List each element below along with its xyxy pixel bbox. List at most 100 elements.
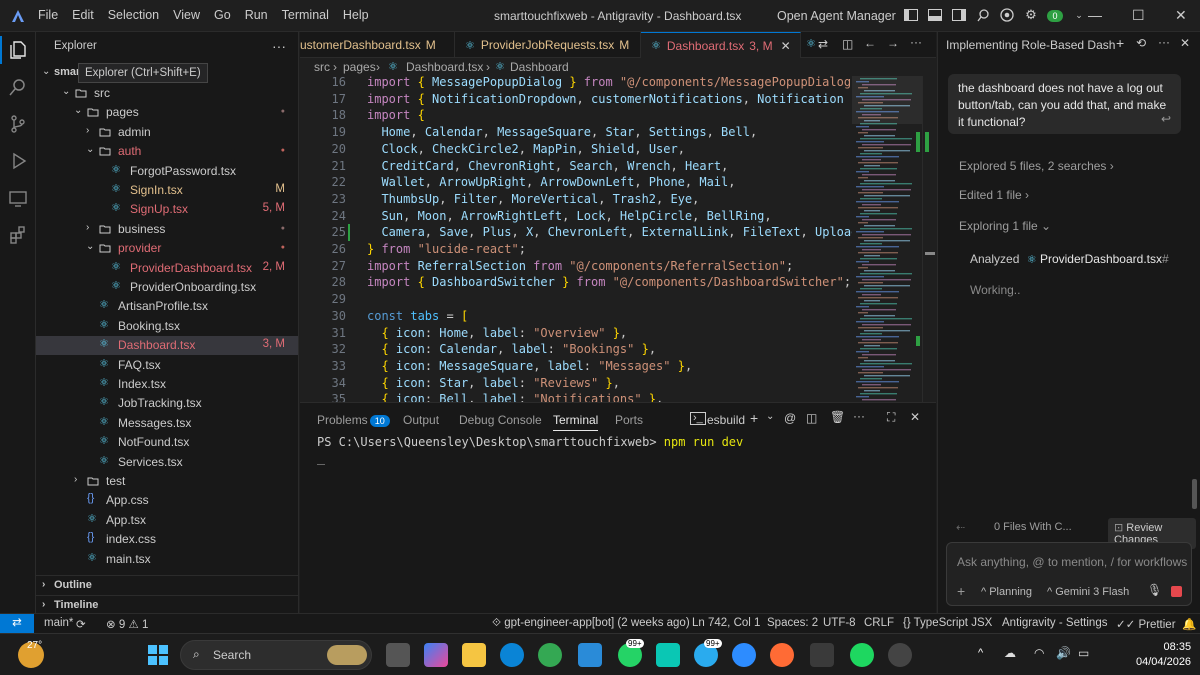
terminal-name[interactable]: esbuild — [707, 413, 745, 427]
tree-file-providerdashboard-tsx[interactable]: ⚛ ProviderDashboard.tsx 2, M — [36, 259, 298, 278]
files-changed[interactable]: 0 Files With C... — [994, 521, 1072, 533]
tree-folder-business[interactable]: › business ● — [36, 220, 298, 239]
tree-file-signup-tsx[interactable]: ⚛ SignUp.tsx 5, M — [36, 200, 298, 219]
stop-button[interactable] — [1171, 586, 1182, 597]
split-editor-icon[interactable]: ◫ — [842, 37, 853, 51]
settings-gear-icon[interactable]: ⚙ — [1022, 6, 1040, 24]
breadcrumb-symbol[interactable]: Dashboard — [510, 60, 569, 74]
volume-icon[interactable]: 🔊 — [1056, 646, 1071, 660]
tab-debug-console[interactable]: Debug Console — [459, 413, 542, 427]
tree-file-app-tsx[interactable]: ⚛ App.tsx — [36, 511, 298, 530]
brave-app-icon[interactable] — [770, 643, 794, 667]
notification-count-badge[interactable]: 0 — [1046, 6, 1064, 24]
taskbar-clock[interactable]: 08:35 04/04/2026 — [1136, 640, 1191, 670]
more-actions-icon[interactable]: ··· — [1158, 35, 1170, 49]
spotify-icon[interactable] — [850, 643, 874, 667]
tree-folder-pages[interactable]: ⌄ pages ● — [36, 103, 298, 122]
tree-file-main-tsx[interactable]: ⚛ main.tsx — [36, 550, 298, 569]
explored-step[interactable]: Explored 5 files, 2 searches › — [959, 159, 1114, 173]
tray-chevron-icon[interactable]: ^ — [978, 647, 983, 659]
layout-panel-icon[interactable] — [926, 6, 944, 24]
menu-terminal[interactable]: Terminal — [282, 8, 329, 22]
menu-selection[interactable]: Selection — [108, 8, 159, 22]
outline-section[interactable]: › Outline — [36, 575, 298, 595]
prettier-status[interactable]: ✓✓ Prettier — [1116, 617, 1176, 631]
edge-icon[interactable] — [500, 643, 524, 667]
sync-icon[interactable]: ⟳ — [76, 617, 86, 631]
agent-scrollbar[interactable] — [1192, 479, 1197, 509]
copilot-icon[interactable] — [424, 643, 448, 667]
windows-start-icon[interactable] — [146, 643, 170, 667]
extensions-icon[interactable] — [8, 225, 28, 245]
breadcrumb-pages[interactable]: pages — [343, 60, 376, 74]
remote-explorer-icon[interactable] — [8, 188, 28, 208]
tree-file-services-tsx[interactable]: ⚛ Services.tsx — [36, 453, 298, 472]
problems-indicator[interactable]: ⊗ 9 ⚠ 1 — [106, 617, 148, 631]
close-tab-icon[interactable]: ✕ — [781, 39, 791, 53]
branch-indicator[interactable]: main* — [44, 617, 73, 629]
menu-edit[interactable]: Edit — [72, 8, 94, 22]
tree-folder-auth[interactable]: ⌄ auth ● — [36, 142, 298, 161]
trash-icon[interactable]: 🗑 — [830, 410, 845, 424]
more-actions-icon[interactable]: ··· — [272, 38, 286, 54]
vscode-icon[interactable] — [578, 643, 602, 667]
tab-problems[interactable]: Problems 10 — [317, 413, 390, 427]
explorer-files-icon[interactable] — [8, 40, 28, 60]
menu-help[interactable]: Help — [343, 8, 369, 22]
microphone-icon[interactable]: 🎙 — [1147, 583, 1162, 597]
battery-icon[interactable]: ▭ — [1078, 646, 1089, 660]
tree-file-dashboard-tsx[interactable]: ⚛ Dashboard.tsx 3, M — [36, 336, 298, 356]
tree-file-signin-tsx[interactable]: ⚛ SignIn.tsx M — [36, 181, 298, 200]
tab-customer-dashboard[interactable]: ustomerDashboard.tsx M — [300, 32, 455, 58]
add-context-icon[interactable]: + — [957, 583, 965, 599]
tree-file-app-css[interactable]: {} App.css — [36, 491, 298, 510]
edited-step[interactable]: Edited 1 file › — [959, 188, 1029, 202]
tab-output[interactable]: Output — [403, 413, 439, 427]
tray-cloud-icon[interactable]: ☁ — [1004, 646, 1016, 660]
run-debug-icon[interactable] — [8, 151, 28, 171]
search-icon[interactable] — [974, 6, 992, 24]
tree-file-artisanprofile-tsx[interactable]: ⚛ ArtisanProfile.tsx — [36, 297, 298, 316]
new-terminal-button[interactable]: + — [750, 410, 758, 426]
tab-terminal[interactable]: Terminal — [553, 413, 599, 431]
more-actions-icon[interactable]: ··· — [853, 409, 865, 423]
history-icon[interactable]: ⟲ — [1136, 36, 1146, 50]
notifications-bell-icon[interactable]: 🔔 — [1182, 617, 1196, 631]
breadcrumb-file[interactable]: Dashboard.tsx — [406, 60, 483, 74]
antigravity-icon[interactable] — [810, 643, 834, 667]
agent-input-box[interactable]: Ask anything, @ to mention, / for workfl… — [946, 542, 1192, 606]
tab-provider-job-requests[interactable]: ⚛ ProviderJobRequests.tsx M — [455, 32, 641, 58]
remote-indicator-icon[interactable]: ⇄ — [0, 614, 34, 634]
tree-folder-provider[interactable]: ⌄ provider ● — [36, 239, 298, 258]
tree-file-jobtracking-tsx[interactable]: ⚛ JobTracking.tsx — [36, 394, 298, 413]
cursor-position[interactable]: Ln 742, Col 1 — [692, 617, 760, 629]
tree-file-booking-tsx[interactable]: ⚛ Booking.tsx — [36, 317, 298, 336]
layout-sidebar-icon[interactable] — [902, 6, 920, 24]
zoom-icon[interactable] — [732, 643, 756, 667]
planning-mode-toggle[interactable]: ^ Planning — [981, 586, 1032, 598]
file-explorer-icon[interactable] — [462, 643, 486, 667]
menu-view[interactable]: View — [173, 8, 200, 22]
tree-folder-admin[interactable]: › admin — [36, 123, 298, 142]
tree-file-messages-tsx[interactable]: ⚛ Messages.tsx — [36, 414, 298, 433]
minimize-button[interactable]: — — [1088, 7, 1102, 23]
git-blame[interactable]: ⟐ gpt-engineer-app[bot] (2 weeks ago) — [492, 617, 690, 630]
taskbar-search[interactable]: ⌕ Search — [180, 640, 372, 670]
tree-file-index-css[interactable]: {} index.css — [36, 530, 298, 549]
search-icon[interactable] — [8, 77, 28, 97]
tree-file-faq-tsx[interactable]: ⚛ FAQ.tsx — [36, 356, 298, 375]
undo-icon[interactable]: ↩ — [1161, 111, 1171, 128]
maximize-button[interactable]: ☐ — [1132, 7, 1145, 24]
tab-dashboard[interactable]: ⚛ Dashboard.tsx 3, M ✕ — [641, 32, 801, 58]
tree-file-notfound-tsx[interactable]: ⚛ NotFound.tsx — [36, 433, 298, 452]
settings-link[interactable]: Antigravity - Settings — [1002, 617, 1107, 629]
terminal-output[interactable]: PS C:\Users\Queensley\Desktop\smarttouch… — [317, 435, 743, 449]
analyzed-item[interactable]: Analyzed ⚛ ProviderDashboard.tsx# — [970, 252, 1169, 266]
chevron-down-icon[interactable]: ⌄ — [766, 411, 774, 422]
line-ending[interactable]: CRLF — [864, 617, 894, 629]
tree-folder-src[interactable]: ⌄ src — [36, 84, 298, 103]
code-editor[interactable]: 16 import { MessagePopupDialog } from "@/… — [300, 76, 936, 402]
compare-changes-icon[interactable]: ⇄ — [818, 37, 828, 51]
breadcrumb-src[interactable]: src — [314, 60, 330, 74]
navigate-back-icon[interactable]: ← — [864, 36, 876, 50]
